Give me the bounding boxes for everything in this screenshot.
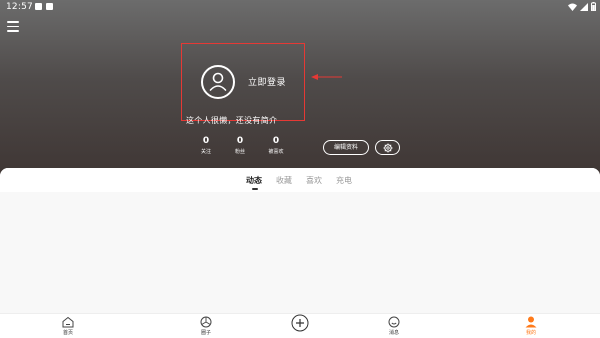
profile-bio: 这个人很懒，还没有简介 [186,116,278,125]
battery-icon [591,2,596,11]
tab-bar: 动态 收藏 喜欢 充电 [0,168,600,192]
nav-messages[interactable]: 消息 [374,314,414,338]
nav-profile[interactable]: 我的 [511,314,551,338]
stat-followers[interactable]: 0 粉丝 [228,136,252,156]
stat-likes[interactable]: 0 被喜欢 [264,136,288,156]
signal-icon [580,2,588,11]
gear-icon [383,143,392,152]
circle-icon [200,316,212,328]
nav-circle-label: 圈子 [200,330,211,336]
tab-likes[interactable]: 喜欢 [306,175,322,186]
stat-followers-value: 0 [236,136,244,146]
stat-following-label: 关注 [200,149,211,155]
content-panel: 动态 收藏 喜欢 充电 [0,168,600,313]
nav-home[interactable]: 首页 [48,314,88,338]
stat-likes-label: 被喜欢 [268,149,284,155]
home-icon [62,316,74,328]
tab-charge[interactable]: 充电 [336,175,352,186]
tab-activity[interactable]: 动态 [246,175,262,186]
tab-indicator [252,188,258,190]
status-bar: 12:57 [0,0,600,14]
edit-profile-button[interactable]: 编辑资料 [323,140,369,155]
wifi-icon [568,3,577,11]
nav-home-label: 首页 [62,330,73,336]
nav-circle[interactable]: 圈子 [186,314,226,338]
message-icon [388,316,400,328]
avatar-icon [201,65,235,99]
login-area[interactable]: 立即登录 [181,43,305,121]
app-notification-icon [46,3,53,10]
tab-favorites[interactable]: 收藏 [276,175,292,186]
login-button[interactable]: 立即登录 [248,75,286,88]
stat-likes-value: 0 [272,136,280,146]
image-notification-icon [35,3,42,10]
nav-messages-label: 消息 [388,330,399,336]
stat-following-value: 0 [202,136,210,146]
status-time: 12:57 [6,2,33,12]
plus-icon[interactable] [291,314,309,332]
status-icons [568,2,596,11]
nav-profile-label: 我的 [525,330,536,336]
stat-followers-label: 粉丝 [234,149,245,155]
menu-icon[interactable] [7,21,19,32]
stat-following[interactable]: 0 关注 [194,136,218,156]
profile-header: 12:57 立即登录 这个人很懒，还没有简介 0 关注 0 粉丝 0 被喜欢 编… [0,0,600,176]
settings-button[interactable] [375,140,400,155]
arrow-left-icon [311,74,342,80]
profile-icon [525,316,537,328]
